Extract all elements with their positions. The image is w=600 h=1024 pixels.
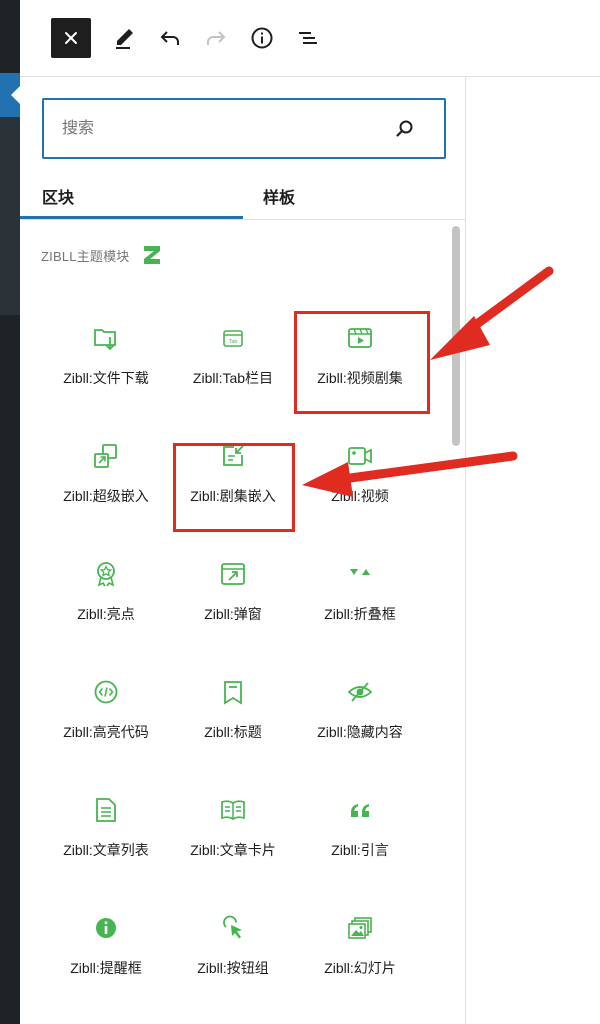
search-input[interactable]	[62, 100, 382, 157]
close-icon	[65, 32, 77, 44]
info-icon	[251, 27, 273, 49]
undo-button[interactable]	[150, 18, 190, 58]
block-label: Zibll:幻灯片	[324, 960, 396, 976]
category-title: ZIBLL主题模块	[41, 248, 130, 264]
list-view-button[interactable]	[288, 18, 328, 58]
video-camera-icon	[346, 442, 374, 470]
block-article-list[interactable]: Zibll:文章列表	[42, 772, 170, 872]
tools-button[interactable]	[104, 18, 144, 58]
block-code[interactable]: Zibll:高亮代码	[42, 654, 170, 754]
category-header: ZIBLL主题模块	[41, 243, 161, 267]
admin-submenu	[0, 117, 20, 315]
block-label: Zibll:弹窗	[204, 606, 262, 622]
block-label: Zibll:文章列表	[63, 842, 149, 858]
block-slides[interactable]: Zibll:幻灯片	[296, 890, 424, 990]
block-quote[interactable]: Zibll:引言	[296, 772, 424, 872]
block-label: Zibll:折叠框	[324, 606, 396, 622]
block-label: Zibll:文章卡片	[190, 842, 276, 858]
super-embed-icon	[92, 442, 120, 470]
article-list-icon	[92, 796, 120, 824]
tab-icon: Tab	[219, 324, 247, 352]
annotation-highlight-series-embed	[173, 443, 295, 532]
block-label: Zibll:引言	[331, 842, 389, 858]
block-label: Zibll:标题	[204, 724, 262, 740]
block-label: Zibll:Tab栏目	[192, 370, 274, 386]
close-inserter-button[interactable]	[51, 18, 91, 58]
block-popup[interactable]: Zibll:弹窗	[169, 536, 297, 636]
block-label: Zibll:超级嵌入	[63, 488, 149, 504]
hidden-eye-icon	[346, 678, 374, 706]
block-tab[interactable]: Tab Zibll:Tab栏目	[169, 300, 297, 400]
block-label: Zibll:文件下载	[63, 370, 149, 386]
block-label: Zibll:提醒框	[70, 960, 142, 976]
pencil-icon	[116, 29, 133, 49]
block-label: Zibll:视频	[331, 488, 389, 504]
block-article-card[interactable]: Zibll:文章卡片	[169, 772, 297, 872]
undo-icon	[160, 31, 179, 45]
block-label: Zibll:亮点	[77, 606, 135, 622]
block-super-embed[interactable]: Zibll:超级嵌入	[42, 418, 170, 518]
block-video[interactable]: Zibll:视频	[296, 418, 424, 518]
collapse-icon	[346, 560, 374, 588]
quote-icon	[346, 796, 374, 824]
block-highlight[interactable]: Zibll:亮点	[42, 536, 170, 636]
list-view-icon	[299, 32, 317, 44]
redo-icon	[207, 31, 226, 45]
slides-icon	[346, 914, 374, 942]
popup-icon	[219, 560, 247, 588]
block-file-download[interactable]: Zibll:文件下载	[42, 300, 170, 400]
block-label: Zibll:按钮组	[197, 960, 269, 976]
editor-toolbar	[20, 0, 600, 77]
award-icon	[92, 560, 120, 588]
info-alert-icon	[92, 914, 120, 942]
code-icon	[92, 678, 120, 706]
wp-admin-sidebar	[0, 0, 20, 1024]
zibll-logo-icon	[144, 246, 161, 264]
block-hidden-content[interactable]: Zibll:隐藏内容	[296, 654, 424, 754]
block-inserter-panel: 区块 样板 ZIBLL主题模块 Zibll:文件下载 Tab Zibll:Tab…	[20, 77, 466, 1024]
tab-blocks[interactable]: 区块	[42, 172, 74, 219]
details-button[interactable]	[242, 18, 282, 58]
block-alert[interactable]: Zibll:提醒框	[42, 890, 170, 990]
block-title[interactable]: Zibll:标题	[169, 654, 297, 754]
active-tab-indicator	[20, 216, 243, 219]
block-button-group[interactable]: Zibll:按钮组	[169, 890, 297, 990]
block-label: Zibll:高亮代码	[63, 724, 149, 740]
search-box[interactable]	[42, 98, 446, 159]
annotation-highlight-video-series	[294, 311, 430, 414]
redo-button[interactable]	[196, 18, 236, 58]
block-collapse[interactable]: Zibll:折叠框	[296, 536, 424, 636]
admin-menu-pointer	[11, 86, 20, 104]
article-card-icon	[219, 796, 247, 824]
block-label: Zibll:隐藏内容	[317, 724, 403, 740]
folder-download-icon	[92, 324, 120, 352]
title-icon	[219, 678, 247, 706]
search-icon[interactable]	[394, 118, 416, 140]
inserter-tabs: 区块 样板	[20, 172, 465, 220]
cursor-click-icon	[219, 914, 247, 942]
panel-scrollbar[interactable]	[452, 226, 460, 446]
svg-text:Tab: Tab	[229, 339, 238, 345]
tab-patterns[interactable]: 样板	[263, 172, 295, 219]
